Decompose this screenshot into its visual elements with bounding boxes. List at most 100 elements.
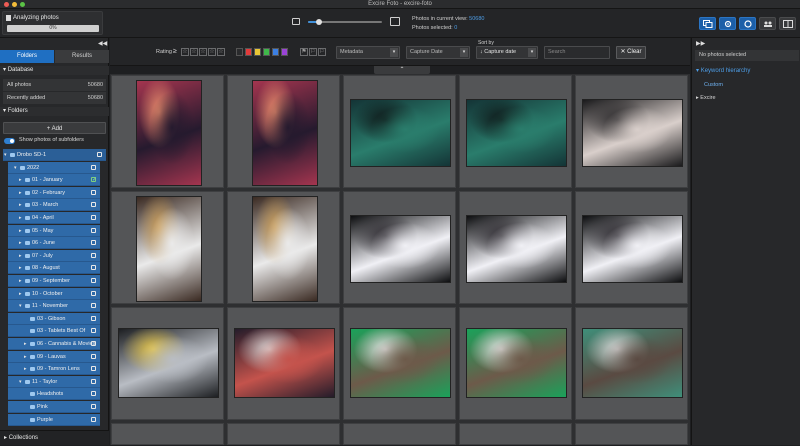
- photo-thumbnail[interactable]: [350, 215, 451, 283]
- folder-checkbox[interactable]: [91, 404, 96, 409]
- folder-tree-row[interactable]: ▾ Drobo SD-1: [3, 149, 106, 161]
- rating-star-5[interactable]: ☆: [217, 48, 225, 56]
- tab-results[interactable]: Results: [55, 50, 109, 63]
- folder-tree-row[interactable]: ▸ 09 - Tamron Lens: [8, 363, 100, 376]
- chevron-right-icon[interactable]: ▸: [19, 187, 22, 199]
- folder-tree-row[interactable]: Pink: [8, 401, 100, 413]
- photo-cell[interactable]: [459, 423, 572, 445]
- chevron-right-icon[interactable]: ▸: [19, 262, 22, 274]
- chevron-right-icon[interactable]: ▸: [19, 212, 22, 224]
- database-section-header[interactable]: ▾ Database: [0, 66, 109, 75]
- folder-checkbox[interactable]: [91, 215, 96, 220]
- photo-thumbnail[interactable]: [136, 196, 202, 302]
- folder-checkbox[interactable]: [91, 227, 96, 233]
- photo-cell[interactable]: [459, 75, 572, 188]
- folder-tree-row[interactable]: ▾ 2022: [8, 161, 100, 174]
- collections-section-header[interactable]: ▸ Collections: [0, 430, 109, 445]
- capture-date-dropdown[interactable]: Capture Date ▾: [406, 46, 470, 59]
- photo-cell[interactable]: [227, 423, 340, 445]
- folder-checkbox[interactable]: [91, 303, 96, 309]
- folders-section-header[interactable]: ▾ Folders: [0, 107, 109, 116]
- chevron-down-icon[interactable]: ▾: [19, 300, 22, 312]
- photo-cell[interactable]: [575, 423, 688, 445]
- folder-tree-row[interactable]: ▸ 10 - October: [8, 287, 100, 300]
- rating-star-1[interactable]: ☆: [181, 48, 189, 56]
- folder-tree-row[interactable]: ▸ 04 - April: [8, 212, 100, 224]
- folder-tree-row[interactable]: ▸ 09 - Lauvas: [8, 350, 100, 363]
- keyword-excire[interactable]: ▸ Excire: [696, 95, 716, 101]
- color-label-filter[interactable]: [263, 48, 270, 56]
- photo-cell[interactable]: [459, 307, 572, 420]
- folder-checkbox[interactable]: [91, 202, 96, 208]
- folder-checkbox[interactable]: [91, 366, 96, 372]
- photo-thumbnail[interactable]: [350, 99, 451, 167]
- color-label-filter[interactable]: [272, 48, 279, 56]
- photo-thumbnail[interactable]: [252, 196, 318, 302]
- folder-checkbox[interactable]: [91, 378, 96, 384]
- photo-cell[interactable]: [227, 75, 340, 188]
- chevron-right-icon[interactable]: ▸: [24, 363, 27, 375]
- color-label-filter[interactable]: [281, 48, 288, 56]
- keyword-custom[interactable]: Custom: [704, 82, 723, 88]
- photo-cell[interactable]: [343, 75, 456, 188]
- show-subfolders-toggle[interactable]: [4, 138, 15, 144]
- find-similar-button[interactable]: [699, 17, 716, 30]
- chevron-right-icon[interactable]: ▸: [19, 288, 22, 300]
- chevron-right-icon[interactable]: ▸: [19, 275, 22, 287]
- color-label-filter[interactable]: [245, 48, 252, 56]
- rating-star-2[interactable]: ☆: [190, 48, 198, 56]
- folder-tree-row[interactable]: ▸ 08 - August: [8, 262, 100, 275]
- photo-cell[interactable]: [575, 191, 688, 304]
- photo-thumbnail[interactable]: [136, 80, 202, 186]
- photo-thumbnail[interactable]: [118, 328, 219, 398]
- folder-tree-row[interactable]: ▸ 03 - March: [8, 199, 100, 212]
- thumbnail-size-slider-knob[interactable]: [316, 19, 323, 25]
- folder-tree-row[interactable]: 03 - Tablets Best Of: [8, 325, 100, 338]
- rating-star-4[interactable]: ☆: [208, 48, 216, 56]
- photo-cell[interactable]: [459, 191, 572, 304]
- flag-filter-picked[interactable]: ⚑: [300, 48, 308, 56]
- thumbnail-size-slider[interactable]: [308, 19, 382, 25]
- photo-thumbnail[interactable]: [582, 99, 683, 167]
- folder-tree-row[interactable]: ▸ 05 - May: [8, 224, 100, 237]
- folder-checkbox[interactable]: [91, 341, 96, 346]
- refresh-analysis-button[interactable]: [739, 17, 756, 30]
- people-button[interactable]: [759, 17, 776, 30]
- folder-checkbox[interactable]: [91, 189, 96, 195]
- chevron-right-icon[interactable]: ▸: [19, 225, 22, 237]
- folder-tree-row[interactable]: 03 - Gibson: [8, 312, 100, 325]
- photo-thumbnail[interactable]: [582, 328, 683, 398]
- folder-tree-row[interactable]: ▸ 09 - September: [8, 275, 100, 287]
- chevron-down-icon[interactable]: ▾: [19, 376, 22, 388]
- photo-cell[interactable]: [343, 307, 456, 420]
- folder-tree-row[interactable]: ▾ 11 - November: [8, 300, 100, 313]
- chevron-right-icon[interactable]: ▸: [24, 338, 27, 350]
- folder-checkbox[interactable]: [91, 290, 96, 296]
- layout-button[interactable]: [779, 17, 796, 30]
- small-image-icon[interactable]: [292, 18, 300, 25]
- photo-cell[interactable]: [111, 191, 224, 304]
- sort-dropdown[interactable]: ↓ Capture date ▾: [476, 46, 538, 59]
- folder-tree-row[interactable]: ▸ 07 - July: [8, 249, 100, 262]
- chevron-right-icon[interactable]: ▸: [19, 250, 22, 262]
- chevron-down-icon[interactable]: ▾: [4, 149, 7, 161]
- flag-filter-unflagged[interactable]: ⚐: [309, 48, 317, 56]
- large-image-icon[interactable]: [390, 17, 400, 26]
- photo-thumbnail[interactable]: [466, 215, 567, 283]
- photo-cell[interactable]: [227, 307, 340, 420]
- folder-checkbox[interactable]: [97, 152, 102, 157]
- photo-cell[interactable]: [227, 191, 340, 304]
- folder-tree-row[interactable]: ▸ 06 - Cannabis & Movies: [8, 338, 100, 350]
- folder-checkbox[interactable]: [91, 278, 96, 283]
- database-row-recently-added[interactable]: Recently added 50680: [3, 92, 106, 104]
- chevron-down-icon[interactable]: ▾: [14, 162, 17, 174]
- folder-checkbox[interactable]: [91, 391, 96, 397]
- folder-checkbox[interactable]: [91, 265, 96, 271]
- folder-checkbox[interactable]: [91, 164, 96, 170]
- chevron-right-icon[interactable]: ▸: [19, 174, 22, 186]
- photo-thumbnail[interactable]: [466, 328, 567, 398]
- photo-cell[interactable]: [575, 307, 688, 420]
- flag-filter-rejected[interactable]: ⚐: [318, 48, 326, 56]
- collapse-right-panel-icon[interactable]: ▶▶: [696, 40, 705, 47]
- photo-cell[interactable]: [343, 191, 456, 304]
